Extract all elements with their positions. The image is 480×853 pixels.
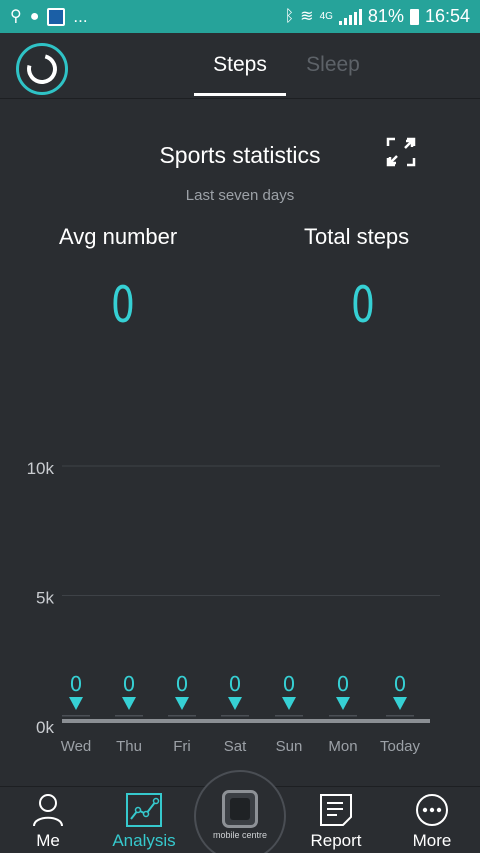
data-label: 0 bbox=[394, 672, 407, 696]
active-tab-indicator bbox=[194, 93, 286, 96]
signal-icon bbox=[338, 8, 362, 25]
data-label: 0 bbox=[229, 672, 242, 696]
nav-item-more[interactable]: More bbox=[402, 787, 462, 853]
battery-percent: 81% bbox=[367, 6, 404, 26]
value-marker-icon bbox=[336, 697, 350, 710]
person-icon bbox=[33, 794, 63, 827]
steps-bar-chart: 0k 5k 10k 0 Wed 0 Thu 0 Fri 0 Sat 0 Sun 0 Mon 0 Today bbox=[27, 459, 440, 755]
analysis-chart-icon bbox=[126, 793, 162, 827]
avg-number-value: 0 bbox=[111, 276, 135, 334]
network-type: 4G bbox=[319, 11, 333, 22]
app-notification-icon bbox=[47, 7, 66, 26]
notification-icon: ⚲ bbox=[10, 7, 22, 25]
data-label: 0 bbox=[123, 672, 136, 696]
status-more-dots: ... bbox=[73, 6, 88, 26]
x-tick-label: Fri bbox=[173, 738, 191, 755]
battery-icon bbox=[409, 8, 419, 25]
value-marker-icon bbox=[122, 697, 136, 710]
nav-item-analysis[interactable]: Analysis bbox=[108, 787, 180, 853]
value-marker-icon bbox=[175, 697, 189, 710]
report-icon bbox=[320, 794, 352, 826]
x-tick-label: Sun bbox=[276, 738, 303, 755]
tab-sleep[interactable]: Sleep bbox=[300, 53, 366, 77]
total-steps-value: 0 bbox=[351, 276, 375, 334]
total-steps-label: Total steps bbox=[304, 224, 410, 249]
period-subtitle: Last seven days bbox=[185, 187, 295, 204]
watch-center-button[interactable]: mobile centre bbox=[194, 770, 286, 853]
nav-item-me[interactable]: Me bbox=[18, 787, 78, 853]
data-label: 0 bbox=[70, 672, 83, 696]
more-dots-icon bbox=[416, 794, 448, 826]
app-logo-icon[interactable] bbox=[16, 43, 68, 95]
fullscreen-icon[interactable] bbox=[386, 137, 416, 167]
data-label: 0 bbox=[283, 672, 296, 696]
watch-icon bbox=[222, 790, 258, 828]
avg-number-label: Avg number bbox=[59, 224, 178, 249]
x-tick-label: Today bbox=[380, 738, 421, 755]
x-tick-label: Mon bbox=[328, 738, 357, 755]
bluetooth-icon: ᛒ bbox=[284, 7, 295, 25]
value-marker-icon bbox=[228, 697, 242, 710]
y-tick-label: 10k bbox=[27, 459, 55, 478]
clock: 16:54 bbox=[424, 6, 470, 26]
value-marker-icon bbox=[393, 697, 407, 710]
nav-label-me: Me bbox=[36, 831, 60, 850]
wifi-icon: ≋ bbox=[300, 7, 314, 25]
x-tick-label: Wed bbox=[61, 738, 92, 755]
wechat-icon: ● bbox=[29, 7, 40, 25]
watermark: mobile centre bbox=[212, 830, 268, 840]
header: Steps Sleep bbox=[0, 33, 480, 99]
y-tick-label: 0k bbox=[36, 718, 54, 737]
nav-label-analysis: Analysis bbox=[112, 831, 176, 850]
value-marker-icon bbox=[282, 697, 296, 710]
status-right: ᛒ ≋ 4G 81% 16:54 bbox=[285, 6, 470, 27]
nav-label-more: More bbox=[412, 831, 452, 850]
status-left: ⚲ ● ... bbox=[10, 7, 88, 27]
nav-label-report: Report bbox=[310, 831, 362, 850]
x-tick-label: Thu bbox=[116, 738, 142, 755]
value-marker-icon bbox=[69, 697, 83, 710]
status-bar: ⚲ ● ... ᛒ ≋ 4G 81% 16:54 bbox=[0, 0, 480, 33]
x-tick-label: Sat bbox=[224, 738, 247, 755]
y-tick-label: 5k bbox=[36, 589, 54, 608]
tab-steps[interactable]: Steps bbox=[194, 53, 286, 77]
nav-item-report[interactable]: Report bbox=[300, 787, 372, 853]
data-label: 0 bbox=[337, 672, 350, 696]
data-label: 0 bbox=[176, 672, 189, 696]
